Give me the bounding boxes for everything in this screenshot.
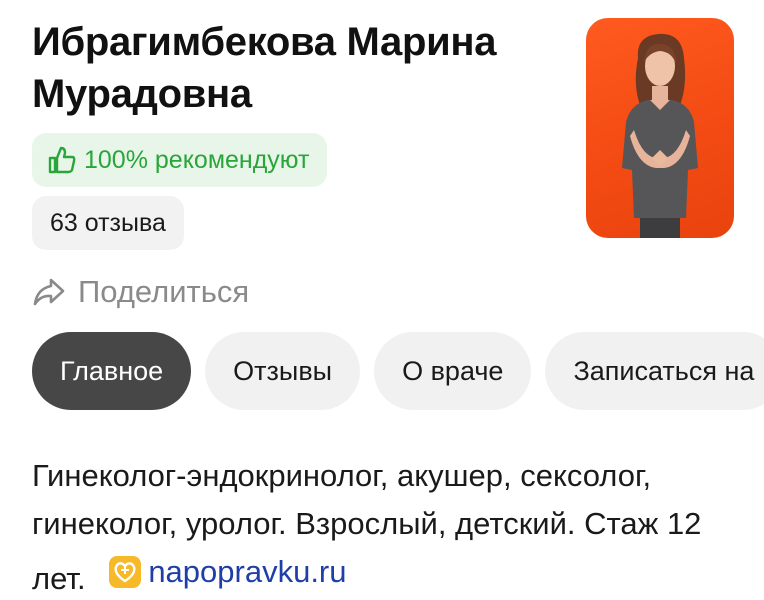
source-link-text: napopravku.ru	[148, 554, 347, 589]
tab-book-appointment[interactable]: Записаться на	[545, 332, 764, 410]
share-button[interactable]: Поделиться	[32, 270, 249, 314]
doctor-description: Гинеколог-эндокринолог, акушер, сексолог…	[32, 452, 752, 600]
doctor-name-line2: Мурадовна	[32, 72, 252, 116]
share-arrow-icon	[33, 278, 65, 306]
thumbs-up-icon	[48, 146, 76, 174]
tab-reviews[interactable]: Отзывы	[205, 332, 361, 410]
doctor-name: Ибрагимбекова Марина Мурадовна	[32, 16, 572, 120]
doctor-photo-illustration	[622, 33, 698, 238]
share-label: Поделиться	[78, 274, 250, 309]
tab-main-label: Главное	[60, 355, 164, 386]
reviews-count-text: 63 отзыва	[50, 208, 166, 237]
recommend-text: 100% рекомендуют	[84, 145, 310, 174]
tab-bar: Главное Отзывы О враче Записаться на	[32, 332, 764, 410]
doctor-photo[interactable]	[586, 18, 734, 238]
tab-main[interactable]: Главное	[32, 332, 192, 410]
reviews-count-badge[interactable]: 63 отзыва	[32, 196, 184, 250]
recommend-badge[interactable]: 100% рекомендуют	[32, 133, 328, 187]
tab-book-appointment-label: Записаться на	[573, 355, 755, 386]
doctor-name-line1: Ибрагимбекова Марина	[32, 20, 497, 64]
napopravku-logo-icon	[109, 556, 142, 588]
source-link[interactable]: napopravku.ru	[108, 548, 347, 596]
tab-about-doctor-label: О враче	[402, 355, 504, 386]
tab-reviews-label: Отзывы	[233, 355, 333, 386]
doctor-card: Ибрагимбекова Марина Мурадовна 100% реко…	[0, 0, 764, 600]
tab-about-doctor[interactable]: О враче	[374, 332, 532, 410]
